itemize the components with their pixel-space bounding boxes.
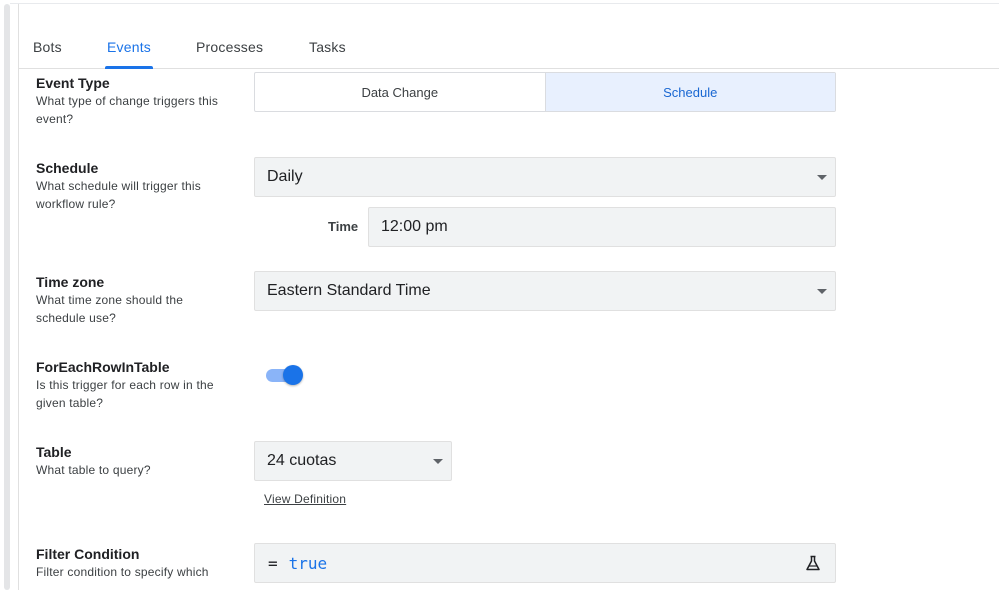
filter-title: Filter Condition (36, 546, 140, 562)
view-definition-link[interactable]: View Definition (264, 492, 346, 506)
event-type-title: Event Type (36, 75, 110, 91)
table-value: 24 cuotas (267, 452, 337, 469)
schedule-select[interactable]: Daily (254, 157, 836, 197)
schedule-description: What schedule will trigger this workflow… (36, 179, 201, 211)
chevron-down-icon (817, 175, 827, 180)
timezone-title: Time zone (36, 274, 105, 290)
filter-description: Filter condition to specify which (36, 565, 209, 579)
tab-events[interactable]: Events (105, 39, 153, 69)
filter-expression-field[interactable]: = true (254, 543, 836, 583)
for-each-row-description: Is this trigger for each row in the give… (36, 378, 214, 410)
expression-operator: = (268, 553, 278, 573)
time-value: 12:00 pm (381, 218, 448, 235)
time-input[interactable]: 12:00 pm (368, 207, 836, 247)
chevron-down-icon (817, 289, 827, 294)
data-change-option[interactable]: Data Change (255, 73, 545, 111)
tab-tasks[interactable]: Tasks (309, 39, 346, 69)
expression-value: true (288, 553, 328, 573)
for-each-row-title: ForEachRowInTable (36, 359, 170, 375)
timezone-value: Eastern Standard Time (267, 282, 431, 299)
timezone-description: What time zone should the schedule use? (36, 293, 184, 325)
schedule-option[interactable]: Schedule (544, 73, 835, 111)
tab-processes[interactable]: Processes (196, 39, 263, 69)
tab-bar: Bots Events Processes Tasks (18, 34, 999, 69)
timezone-select[interactable]: Eastern Standard Time (254, 271, 836, 311)
event-type-toggle: Data Change Schedule (254, 72, 836, 112)
table-description: What table to query? (36, 463, 151, 477)
scroll-rail (4, 4, 10, 590)
event-type-description: What type of change triggers this event? (36, 94, 219, 126)
schedule-value: Daily (267, 168, 303, 185)
schedule-title: Schedule (36, 160, 99, 176)
for-each-row-switch[interactable] (266, 364, 304, 386)
table-title: Table (36, 444, 72, 460)
tab-bots[interactable]: Bots (33, 39, 62, 69)
time-label: Time (328, 219, 359, 234)
chevron-down-icon (433, 459, 443, 464)
switch-thumb (283, 365, 303, 385)
flask-icon[interactable] (805, 555, 821, 571)
table-select[interactable]: 24 cuotas (254, 441, 452, 481)
